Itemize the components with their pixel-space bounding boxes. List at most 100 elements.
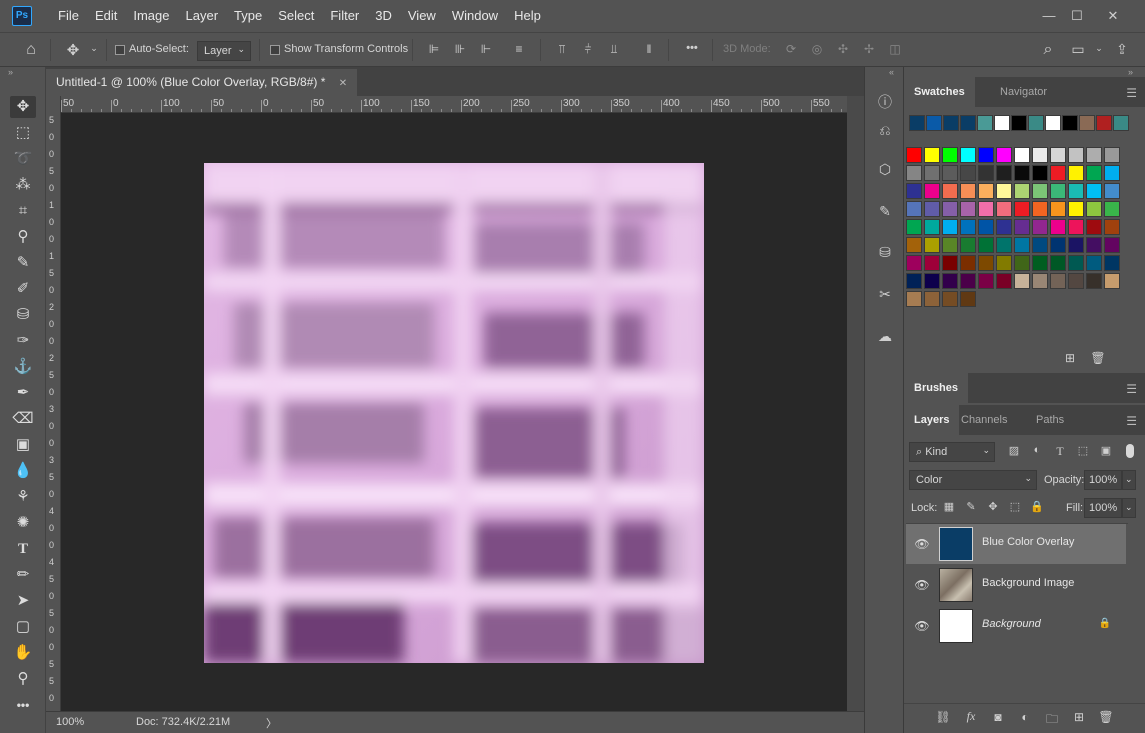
pen-tool-icon[interactable]: ✏ <box>10 564 36 586</box>
color-swatch[interactable] <box>906 147 922 163</box>
type-tool-icon[interactable]: T <box>10 538 36 560</box>
menu-type[interactable]: Type <box>226 0 270 32</box>
layer-kind-filter[interactable]: ⌕ Kind ⌄ <box>909 442 995 462</box>
color-swatch[interactable] <box>1104 147 1120 163</box>
zoom-level[interactable]: 100% <box>56 716 84 728</box>
color-swatch[interactable] <box>942 219 958 235</box>
clone-source-icon[interactable]: ⛁ <box>873 240 897 264</box>
tab-brushes[interactable]: Brushes <box>904 373 969 403</box>
history-brush-tool-icon[interactable]: ✑ <box>10 330 36 352</box>
color-swatch[interactable] <box>996 183 1012 199</box>
color-swatch[interactable] <box>942 165 958 181</box>
color-swatch[interactable] <box>942 201 958 217</box>
color-swatch[interactable] <box>978 255 994 271</box>
eyedropper-tool-icon[interactable]: ⚲ <box>10 226 36 248</box>
color-swatch[interactable] <box>978 165 994 181</box>
auto-select-target-dropdown[interactable]: Layer ⌄ <box>197 41 251 61</box>
color-swatch[interactable] <box>1050 255 1066 271</box>
collapse-arrows-icon[interactable]: « <box>889 67 894 77</box>
color-swatch[interactable] <box>924 255 940 271</box>
align-bottom-icon[interactable]: ⫫ <box>605 42 623 60</box>
color-swatch[interactable] <box>1050 273 1066 289</box>
trash-icon[interactable]: 🗑 <box>1090 351 1106 367</box>
filter-smart-object-icon[interactable]: ▣ <box>1098 444 1114 460</box>
chevron-down-icon[interactable]: ⌄ <box>1093 43 1105 57</box>
color-swatch[interactable] <box>960 273 976 289</box>
art-history-brush-icon[interactable]: ✒ <box>10 382 36 404</box>
close-tab-icon[interactable]: ✕ <box>339 78 347 89</box>
color-swatch[interactable] <box>1068 219 1084 235</box>
visibility-eye-icon[interactable]: 👁 <box>914 536 930 552</box>
chevron-down-icon[interactable]: ⌄ <box>88 43 100 57</box>
color-swatch[interactable] <box>906 201 922 217</box>
color-swatch[interactable] <box>1014 183 1030 199</box>
filter-pixel-icon[interactable]: ▨ <box>1006 444 1022 460</box>
color-swatch[interactable] <box>1032 219 1048 235</box>
color-swatch[interactable] <box>1086 183 1102 199</box>
recent-swatch[interactable] <box>994 115 1010 131</box>
color-swatch[interactable] <box>1086 147 1102 163</box>
home-icon[interactable]: ⌂ <box>20 41 42 61</box>
color-swatch[interactable] <box>1050 219 1066 235</box>
color-swatch[interactable] <box>960 201 976 217</box>
color-swatch[interactable] <box>1104 183 1120 199</box>
3d-video-icon[interactable]: ◫ <box>886 42 904 60</box>
color-swatch[interactable] <box>924 237 940 253</box>
color-swatch[interactable] <box>978 273 994 289</box>
color-swatch[interactable] <box>978 237 994 253</box>
color-swatch[interactable] <box>1086 273 1102 289</box>
layer-row[interactable]: 👁 Background 🔒 <box>906 606 1126 646</box>
color-swatch[interactable] <box>996 147 1012 163</box>
color-swatch[interactable] <box>1014 165 1030 181</box>
color-swatch[interactable] <box>906 183 922 199</box>
color-swatch[interactable] <box>996 201 1012 217</box>
color-swatch[interactable] <box>1068 183 1084 199</box>
zoom-tool-icon[interactable]: ⚲ <box>10 668 36 690</box>
filter-shape-icon[interactable]: ⬚ <box>1075 444 1091 460</box>
recent-swatch[interactable] <box>1079 115 1095 131</box>
distribute-v-icon[interactable]: ‖ <box>640 42 658 60</box>
color-swatch[interactable] <box>1086 165 1102 181</box>
color-swatch[interactable] <box>924 219 940 235</box>
stamp-tool-icon[interactable]: ⚓ <box>10 356 36 378</box>
gradient-tool-icon[interactable]: ▣ <box>10 434 36 456</box>
menu-view[interactable]: View <box>400 0 444 32</box>
color-swatch[interactable] <box>1032 237 1048 253</box>
expand-arrows-icon[interactable]: » <box>1128 67 1133 77</box>
color-swatch[interactable] <box>996 219 1012 235</box>
libraries-icon[interactable]: ☁ <box>873 324 897 348</box>
recent-swatch[interactable] <box>1113 115 1129 131</box>
color-swatch[interactable] <box>906 255 922 271</box>
opacity-chevron-icon[interactable]: ⌄ <box>1122 470 1136 490</box>
color-swatch[interactable] <box>1014 201 1030 217</box>
menu-3d[interactable]: 3D <box>367 0 400 32</box>
lock-artboard-icon[interactable]: ⬚ <box>1007 500 1023 516</box>
opacity-input[interactable]: 100% <box>1084 470 1122 490</box>
menu-select[interactable]: Select <box>270 0 322 32</box>
filter-type-icon[interactable]: T <box>1052 444 1068 460</box>
fill-input[interactable]: 100% <box>1084 498 1122 518</box>
group-folder-icon[interactable]: 🗀 <box>1043 710 1061 728</box>
color-swatch[interactable] <box>960 237 976 253</box>
menu-layer[interactable]: Layer <box>178 0 227 32</box>
color-swatch[interactable] <box>1104 165 1120 181</box>
color-swatch[interactable] <box>1068 255 1084 271</box>
blur-tool-icon[interactable]: 💧 <box>10 460 36 482</box>
color-swatch[interactable] <box>996 255 1012 271</box>
lock-all-icon[interactable]: 🔒 <box>1029 500 1045 516</box>
color-swatch[interactable] <box>942 147 958 163</box>
new-swatch-icon[interactable]: ⊞ <box>1062 351 1078 367</box>
3d-panel-icon[interactable]: ⬡ <box>873 157 897 181</box>
link-icon[interactable]: ⛓ <box>934 710 952 728</box>
history-icon[interactable]: ⎌ <box>873 118 897 142</box>
color-swatch[interactable] <box>942 291 958 307</box>
color-swatch[interactable] <box>1086 255 1102 271</box>
recent-swatch[interactable] <box>943 115 959 131</box>
adjustment-icon[interactable]: ◐ <box>1016 710 1034 728</box>
doc-size-info[interactable]: Doc: 732.4K/2.21M <box>136 716 230 728</box>
recent-swatch[interactable] <box>1096 115 1112 131</box>
color-swatch[interactable] <box>1104 201 1120 217</box>
3d-orbit-icon[interactable]: ⟳ <box>782 42 800 60</box>
menu-help[interactable]: Help <box>506 0 549 32</box>
menu-edit[interactable]: Edit <box>87 0 125 32</box>
